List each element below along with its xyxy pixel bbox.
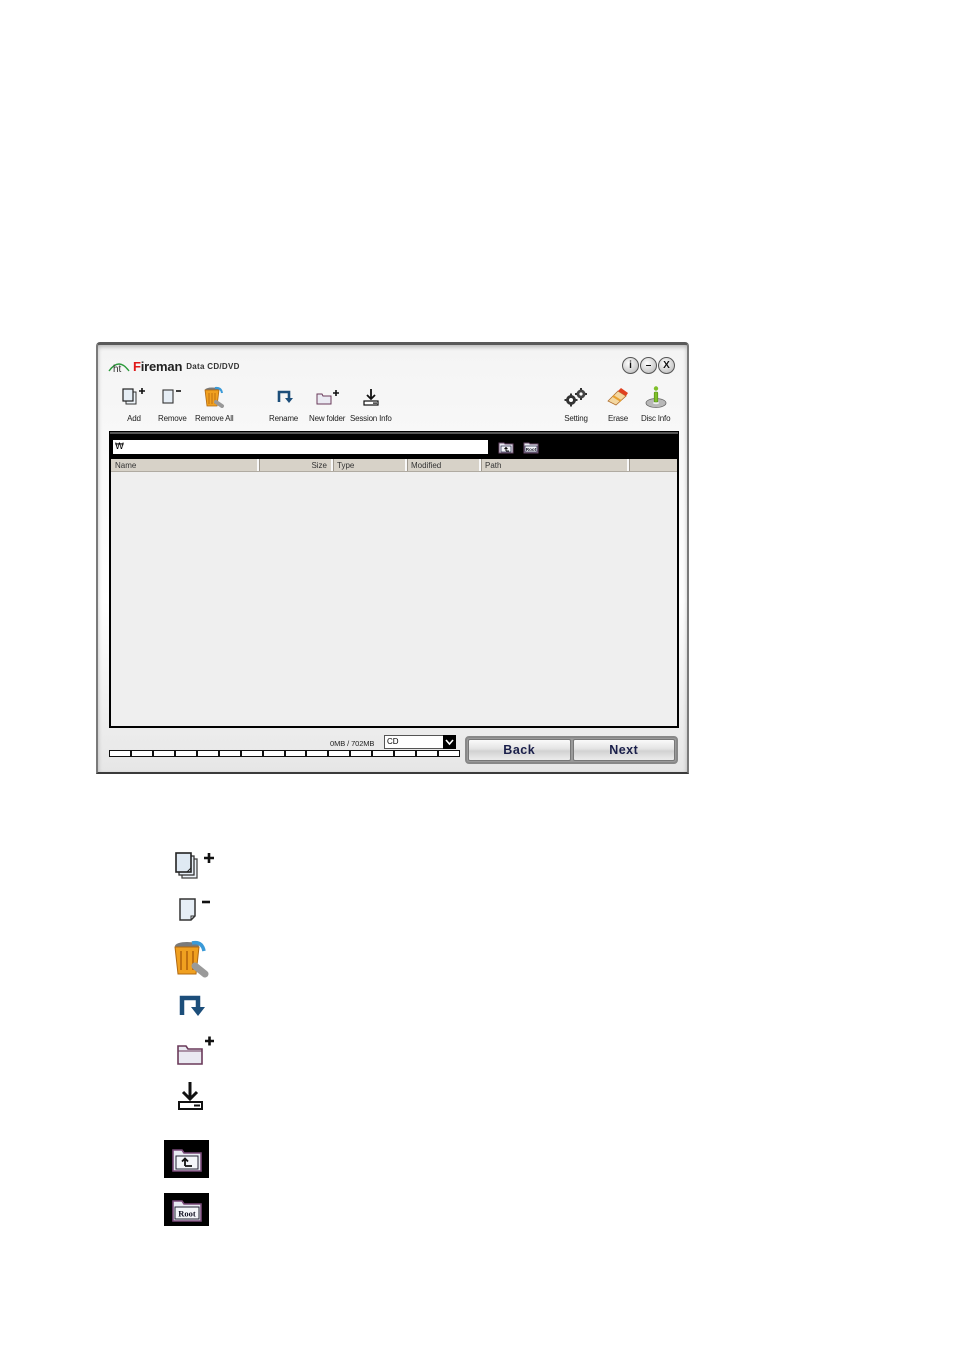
path-input[interactable]: ₩ [113,440,488,454]
column-name[interactable]: Name [111,459,259,471]
disc-info-label: Disc Info [641,414,671,423]
app-title: Fireman [133,358,183,374]
session-info-button[interactable]: Session Info [350,385,392,423]
new-folder-button[interactable]: New folder [309,385,345,423]
trash-bin-icon [204,386,225,408]
path-bar: ₩ Root [110,432,678,459]
legend-new-folder [170,1033,220,1069]
close-button[interactable]: X [658,357,675,374]
gears-icon [564,388,587,407]
app-logo-icon: ht [108,363,130,373]
minimize-icon: – [645,360,652,371]
rename-label: Rename [269,414,299,423]
folder-up-icon[interactable] [498,440,514,454]
legend-remove-file [170,893,220,927]
folder-root-icon: Root [171,1199,202,1222]
remove-file-icon [162,389,182,404]
file-panel: ₩ Root Name Size Type Modified Path [109,431,679,728]
disc-info-icon [645,386,667,408]
eraser-icon [607,388,628,406]
back-button[interactable]: Back [468,739,571,761]
rename-icon [277,390,293,403]
fireman-window: ht Fireman Data CD/DVD i – X Add Remove [96,342,689,774]
column-path[interactable]: Path [481,459,629,471]
column-modified[interactable]: Modified [407,459,481,471]
add-files-icon [175,852,214,879]
close-icon: X [663,360,670,371]
list-header: Name Size Type Modified Path [111,459,677,472]
column-spacer [629,459,677,471]
media-type-value: CD [387,737,399,746]
legend-rename [172,990,208,1022]
legend-trash-bin [168,937,212,979]
next-button[interactable]: Next [572,739,675,761]
svg-text:Root: Root [526,447,537,452]
folder-root-icon[interactable]: Root [523,440,539,454]
session-info-icon [363,389,379,406]
session-info-label: Session Info [350,414,392,423]
remove-all-button[interactable]: Remove All [195,385,234,423]
session-info-icon [178,1082,203,1110]
chevron-down-icon[interactable] [443,735,456,749]
svg-text:ht: ht [113,364,122,373]
add-button[interactable]: Add [121,385,147,423]
erase-label: Erase [608,414,628,423]
window-controls: i – X [622,357,675,374]
remove-button[interactable]: Remove [158,385,187,423]
erase-button[interactable]: Erase [606,385,630,423]
new-folder-icon [316,390,340,405]
info-button[interactable]: i [622,357,639,374]
remove-label: Remove [158,414,187,423]
minimize-button[interactable]: – [640,357,657,374]
add-files-icon [122,388,145,405]
file-list[interactable]: Name Size Type Modified Path [111,459,677,726]
capacity-text: 0MB / 702MB [330,739,375,748]
legend-add-files [170,848,220,886]
legend-folder-root: Root [164,1193,209,1226]
remove-all-label: Remove All [195,414,234,423]
capacity-progress-bar [109,750,460,757]
add-label: Add [127,414,141,423]
trash-bin-icon [174,940,209,978]
new-folder-label: New folder [309,414,346,423]
column-size[interactable]: Size [259,459,333,471]
remove-file-icon [179,898,210,921]
legend-folder-up [164,1140,209,1178]
setting-button[interactable]: Setting [563,385,589,423]
media-type-select[interactable]: CD [384,735,456,749]
title-bar: ht Fireman Data CD/DVD [108,357,240,375]
svg-text:Root: Root [178,1208,196,1218]
app-subtitle: Data CD/DVD [186,361,240,371]
legend-session-info [170,1078,210,1114]
disc-info-button[interactable]: Disc Info [641,385,671,423]
folder-up-icon [171,1149,202,1172]
new-folder-icon [177,1036,214,1065]
setting-label: Setting [564,414,588,423]
info-icon: i [629,360,632,371]
rename-button[interactable]: Rename [269,385,298,423]
navigation-buttons: Back Next [465,736,678,764]
rename-icon [179,995,205,1016]
column-type[interactable]: Type [333,459,407,471]
